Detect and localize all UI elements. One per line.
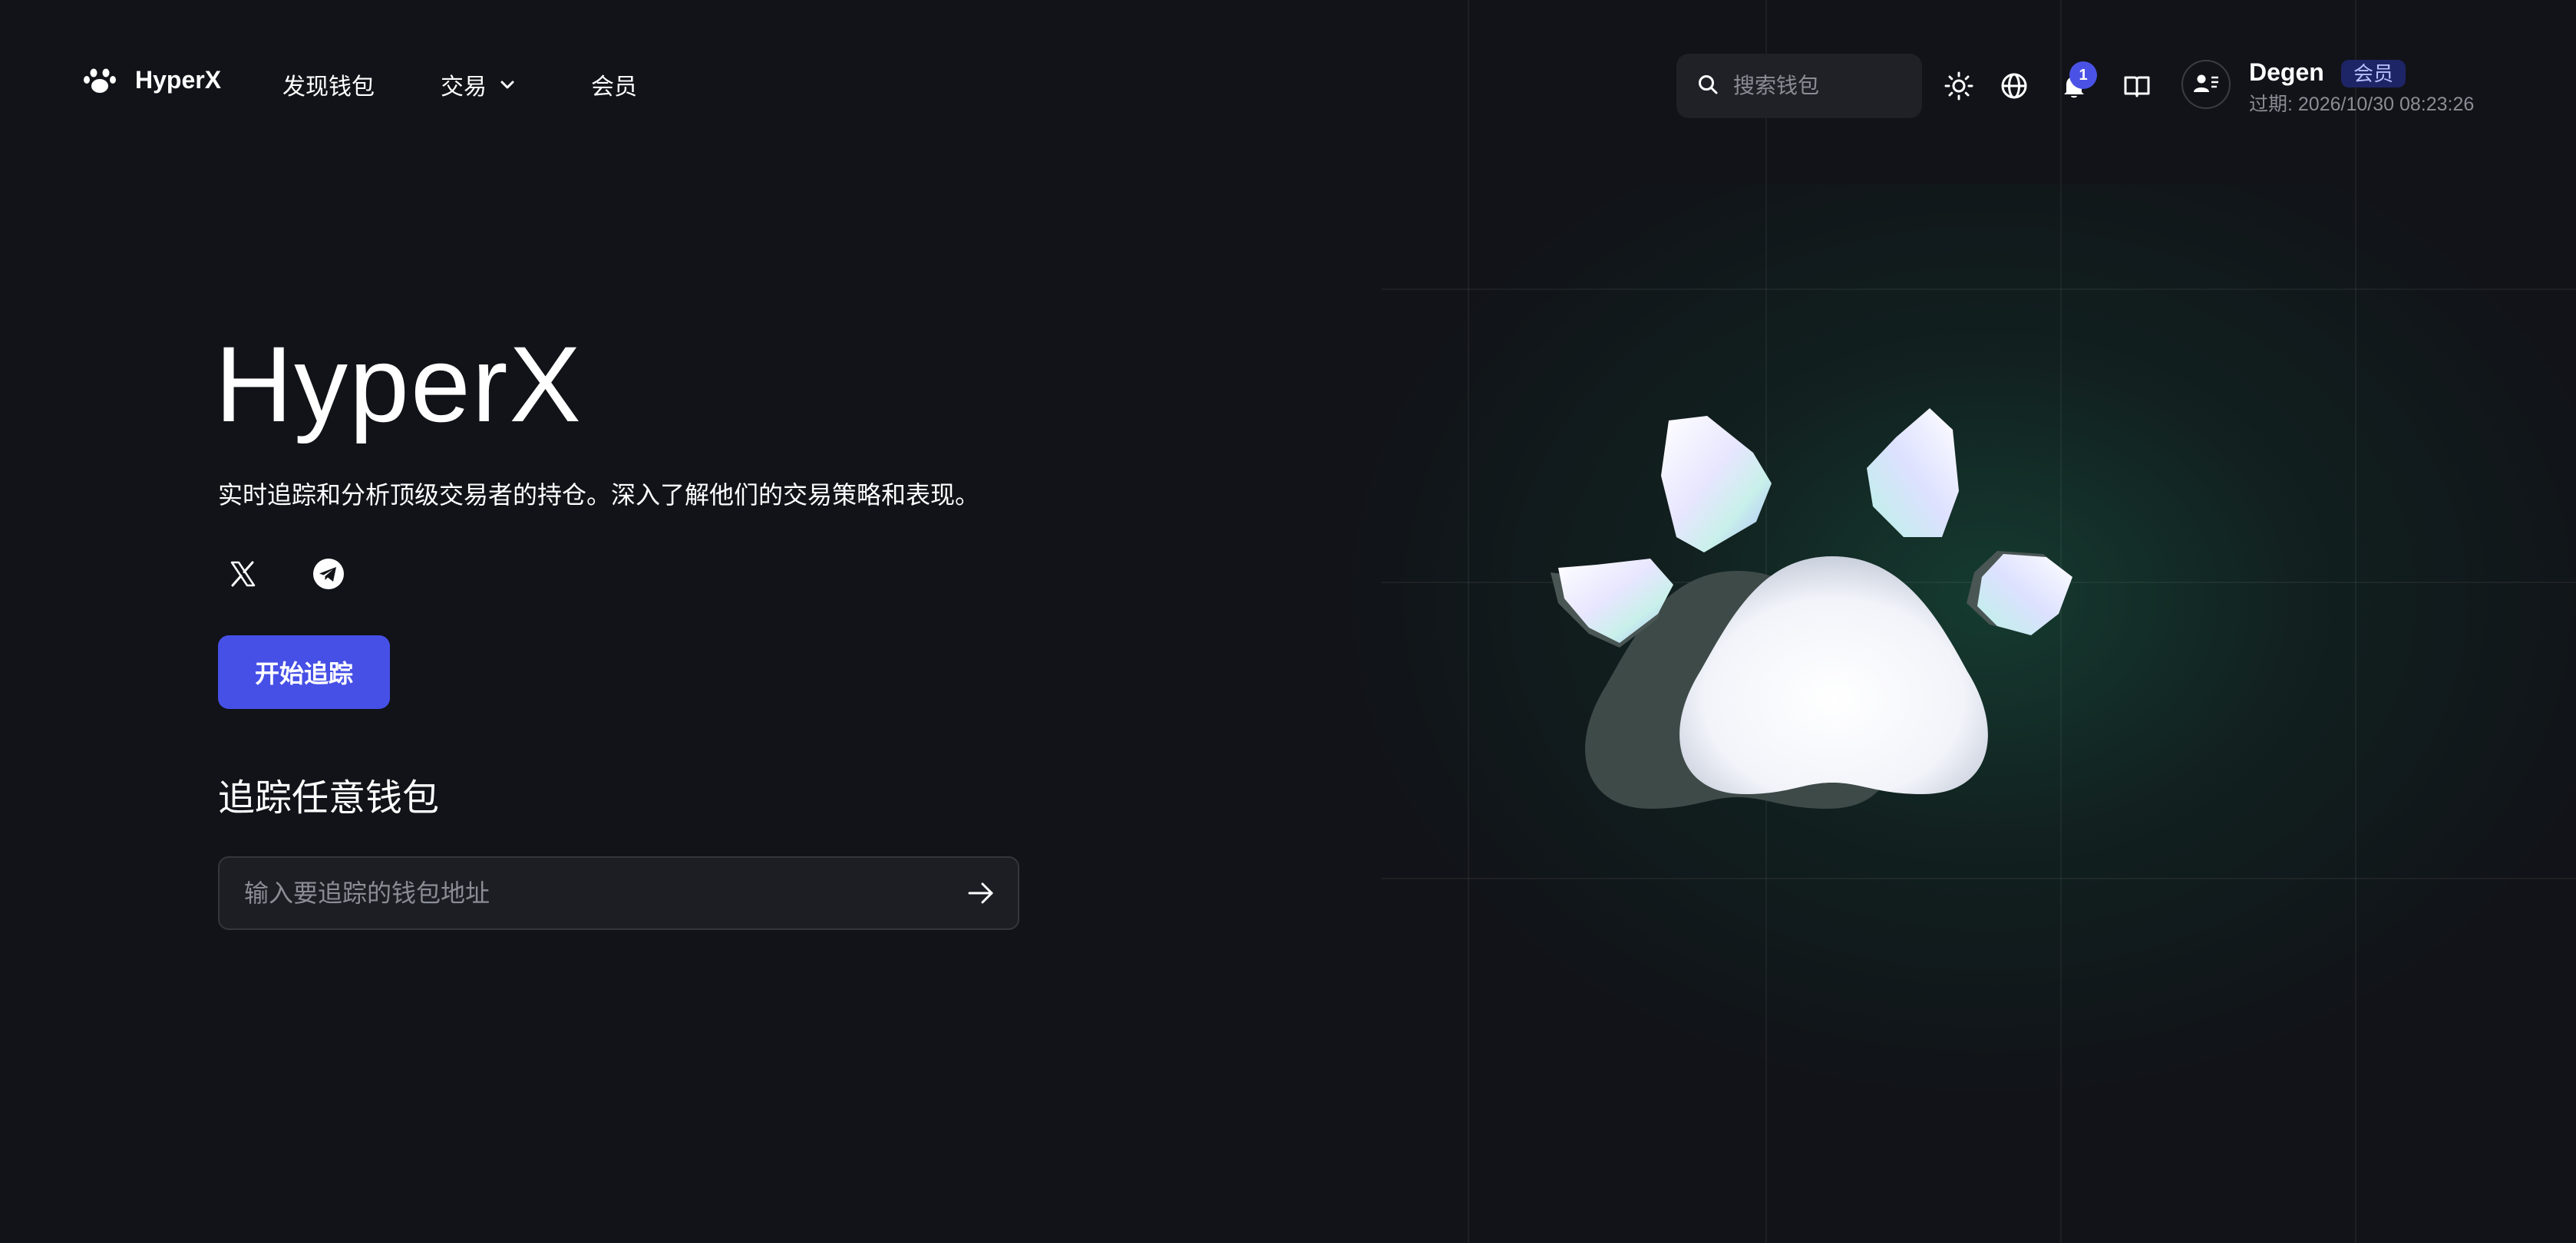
notification-count-badge: 1 [2069,61,2097,89]
member-badge: 会员 [2341,60,2406,87]
x-icon[interactable] [218,549,267,598]
hero-title: HyperX [215,324,583,444]
membership-expiry: 过期: 2026/10/30 08:23:26 [2249,94,2475,115]
search-icon [1696,73,1719,100]
grid-line [2355,0,2356,1243]
wallet-address-input[interactable] [220,857,944,929]
nav-trade-label: 交易 [441,74,487,100]
nav-membership[interactable]: 会员 [591,68,637,101]
user-card-icon [2193,71,2219,98]
search-input[interactable] [1732,73,1911,99]
top-navbar: HyperX 发现钱包 交易 会员 搜索钱包 1 Degen 会员 过期: 20… [0,0,2576,169]
chevron-down-icon [497,74,517,94]
arrow-right-icon[interactable] [944,858,1018,928]
globe-icon[interactable] [1994,66,2034,106]
user-name: Degen [2249,58,2324,86]
paw-logo-icon [83,64,117,95]
nav-trade-dropdown[interactable]: 交易 [441,68,517,101]
track-wallet-title: 追踪任意钱包 [218,778,440,819]
grid-line [1468,0,1469,1243]
wallet-address-field[interactable] [218,856,1019,930]
brand-name: HyperX [135,65,222,94]
nav-membership-label: 会员 [591,74,637,100]
grid-line [1382,878,2576,879]
grid-line [1382,288,2576,290]
nav-discover-label: 发现钱包 [282,74,375,100]
paw-illustration [1543,384,2111,859]
search-box[interactable] [1676,54,1922,118]
brand-logo-link[interactable]: HyperX [83,64,221,95]
page: HyperX 发现钱包 交易 会员 搜索钱包 1 Degen 会员 过期: 20… [0,0,2576,1243]
book-icon[interactable] [2117,66,2157,106]
hero-description: 实时追踪和分析顶级交易者的持仓。深入了解他们的交易策略和表现。 [218,481,980,509]
sun-icon[interactable] [1939,66,1979,106]
nav-discover-wallets[interactable]: 发现钱包 [282,68,375,101]
telegram-icon[interactable] [304,549,353,598]
user-avatar[interactable] [2181,60,2231,109]
start-tracking-button[interactable]: 开始追踪 [218,635,390,709]
